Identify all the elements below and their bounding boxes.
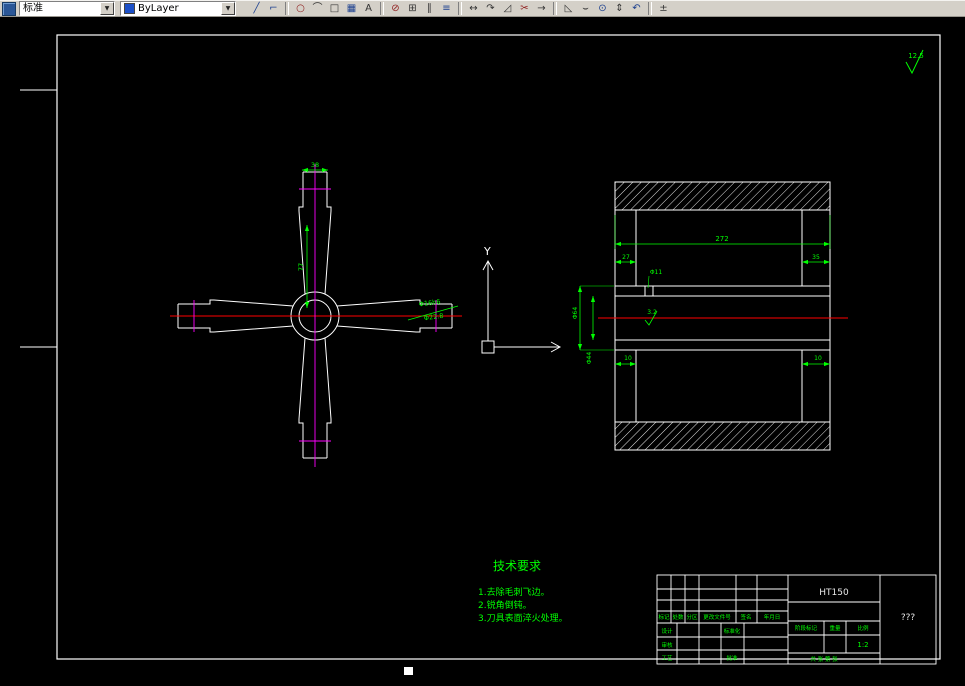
toolbar-separator bbox=[285, 2, 289, 15]
toolbar: 标准 ▼ ByLayer ▼ ╱ ⌐ ○ ⌒ □ ▦ A ⊘ ⊞ ∥ ≡ ↔ ↷ ◿ ✂ → ◺ ⌣ ⊙ ⇕ ↶ ± bbox=[0, 0, 965, 17]
top-hatch-band bbox=[614, 181, 831, 211]
dim-44[interactable]: Φ44 bbox=[586, 352, 593, 365]
dim-27[interactable]: 27 bbox=[622, 254, 630, 261]
header-mark: 标记 bbox=[658, 613, 670, 621]
roller-section-view[interactable]: 272 27 Φ11 35 Φ64 Φ44 3.2 10 10 bbox=[572, 181, 848, 451]
polyline-icon[interactable]: ⌐ bbox=[265, 1, 282, 16]
layer-combo-dropdown-arrow[interactable]: ▼ bbox=[221, 2, 235, 15]
undo-icon[interactable]: ↶ bbox=[628, 1, 645, 16]
tech-requirement-item: 3.刀具表面淬火处理。 bbox=[478, 612, 568, 624]
layer-combo[interactable]: ByLayer ▼ bbox=[120, 1, 236, 16]
copy-icon[interactable]: ⊞ bbox=[404, 1, 421, 16]
tech-requirement-item: 1.去除毛刺飞边。 bbox=[478, 586, 550, 598]
bylayer-color-swatch bbox=[124, 3, 135, 14]
sheet-bottom-mark bbox=[404, 667, 413, 675]
ucs-icon: Y bbox=[481, 245, 562, 354]
dim-272[interactable]: 272 bbox=[715, 235, 728, 243]
role-process: 工艺 bbox=[661, 655, 673, 662]
bottom-hatch-band bbox=[614, 421, 831, 451]
scale-icon[interactable]: ◿ bbox=[499, 1, 516, 16]
scale-value: 1:2 bbox=[857, 641, 868, 649]
header-zone: 分区 bbox=[686, 613, 698, 621]
dim-38[interactable]: 38 bbox=[311, 161, 319, 169]
roller-geometry[interactable] bbox=[614, 181, 831, 451]
roller-dimensions[interactable]: 272 27 Φ11 35 Φ64 Φ44 3.2 10 10 bbox=[572, 215, 831, 367]
drawing-area[interactable]: 12.5 38 77 Φ16h6 Φ22.8 Y 272 27 Φ11 35 Φ… bbox=[0, 17, 965, 682]
trim-icon[interactable]: ✂ bbox=[516, 1, 533, 16]
header-signature: 签名 bbox=[740, 613, 751, 621]
offset-icon[interactable]: ≡ bbox=[438, 1, 455, 16]
role-standardization: 标准化 bbox=[724, 627, 741, 635]
stage-mark-label: 阶段标记 bbox=[795, 624, 818, 632]
hatch-icon[interactable]: ▦ bbox=[343, 1, 360, 16]
pan-icon[interactable]: ⇕ bbox=[611, 1, 628, 16]
cross-journal-view[interactable]: 38 77 Φ16h6 Φ22.8 bbox=[170, 161, 462, 467]
ucs-origin-box bbox=[481, 340, 495, 354]
layer-combo-value: ByLayer bbox=[138, 3, 179, 14]
toolbar-separator bbox=[553, 2, 557, 15]
tech-requirement-item: 2.锐角倒钝。 bbox=[478, 599, 532, 611]
drawing-canvas[interactable]: 12.5 38 77 Φ16h6 Φ22.8 Y 272 27 Φ11 35 Φ… bbox=[0, 17, 965, 682]
cross-dimensions[interactable]: 38 77 Φ16h6 Φ22.8 bbox=[297, 161, 459, 323]
rectangle-icon[interactable]: □ bbox=[326, 1, 343, 16]
style-combo-dropdown-arrow[interactable]: ▼ bbox=[100, 2, 114, 15]
dim-64[interactable]: Φ64 bbox=[572, 307, 579, 320]
dim-16h6[interactable]: Φ16h6 bbox=[418, 298, 441, 309]
header-count: 处数 bbox=[672, 613, 684, 621]
rotate-icon[interactable]: ↷ bbox=[482, 1, 499, 16]
dim-22-8[interactable]: Φ22.8 bbox=[423, 312, 444, 323]
dim-10-left[interactable]: 10 bbox=[624, 355, 632, 362]
zoom-icon[interactable]: ⊙ bbox=[594, 1, 611, 16]
material-text: HT150 bbox=[819, 588, 849, 598]
title-block-labels: 标记 处数 分区 更改文件号 签名 年月日 设计 标准化 审核 工艺 批准 阶段… bbox=[658, 613, 869, 663]
move-icon[interactable]: ↔ bbox=[465, 1, 482, 16]
role-review: 审核 bbox=[661, 641, 673, 649]
role-design: 设计 bbox=[661, 627, 673, 635]
dim-35[interactable]: 35 bbox=[812, 254, 820, 261]
tech-requirements-title: 技术要求 bbox=[493, 559, 541, 573]
toolbar-separator bbox=[458, 2, 462, 15]
title-block[interactable]: 标记 处数 分区 更改文件号 签名 年月日 设计 标准化 审核 工艺 批准 阶段… bbox=[656, 574, 937, 665]
style-combo-value: 标准 bbox=[23, 3, 43, 14]
draw-line-icon[interactable]: ╱ bbox=[248, 1, 265, 16]
erase-icon[interactable]: ⊘ bbox=[387, 1, 404, 16]
surface-roughness-symbol: 12.5 bbox=[905, 49, 924, 75]
circle-icon[interactable]: ○ bbox=[292, 1, 309, 16]
scale-label: 比例 bbox=[857, 624, 869, 632]
part-name-text: ??? bbox=[901, 613, 916, 623]
toolbar-separator bbox=[380, 2, 384, 15]
ucs-y-label: Y bbox=[483, 245, 491, 258]
dim-style-icon[interactable] bbox=[2, 1, 16, 16]
extend-icon[interactable]: → bbox=[533, 1, 550, 16]
dim-roughness-3-2[interactable]: 3.2 bbox=[647, 309, 657, 316]
role-approve: 批准 bbox=[726, 654, 738, 662]
header-change-file: 更改文件号 bbox=[703, 613, 731, 621]
measure-icon[interactable]: ± bbox=[655, 1, 672, 16]
dim-10-right[interactable]: 10 bbox=[814, 355, 822, 362]
dim-77[interactable]: 77 bbox=[297, 263, 305, 271]
sheets-label: 共 张 第 张 bbox=[810, 655, 838, 663]
header-date: 年月日 bbox=[764, 613, 781, 621]
text-icon[interactable]: A bbox=[360, 1, 377, 16]
toolbar-separator bbox=[648, 2, 652, 15]
dim-11[interactable]: Φ11 bbox=[650, 269, 663, 276]
fillet-icon[interactable]: ⌣ bbox=[577, 1, 594, 16]
chamfer-icon[interactable]: ◺ bbox=[560, 1, 577, 16]
title-block-grid bbox=[656, 574, 937, 665]
style-combo[interactable]: 标准 ▼ bbox=[19, 1, 115, 16]
toolbar-buttons: ╱ ⌐ ○ ⌒ □ ▦ A ⊘ ⊞ ∥ ≡ ↔ ↷ ◿ ✂ → ◺ ⌣ ⊙ ⇕ ↶ ± bbox=[248, 1, 672, 16]
technical-requirements: 技术要求 1.去除毛刺飞边。 2.锐角倒钝。 3.刀具表面淬火处理。 bbox=[478, 559, 568, 624]
mirror-icon[interactable]: ∥ bbox=[421, 1, 438, 16]
weight-label: 重量 bbox=[829, 624, 841, 632]
arc-icon[interactable]: ⌒ bbox=[309, 1, 326, 16]
cross-centerlines bbox=[170, 164, 462, 467]
